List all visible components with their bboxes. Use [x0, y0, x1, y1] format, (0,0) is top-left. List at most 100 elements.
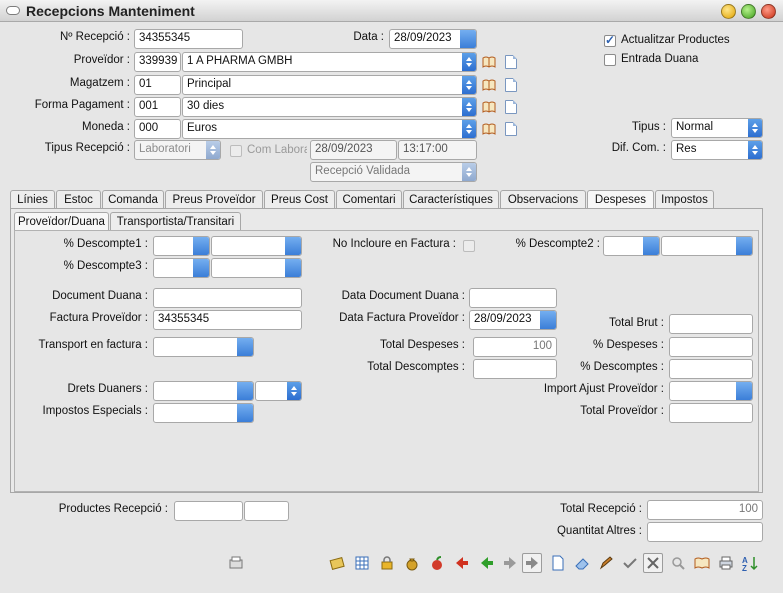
tipus-select[interactable]: Normal [671, 118, 763, 138]
sort-az-icon[interactable]: AZ [740, 553, 760, 573]
descompte3-amount-button[interactable] [285, 259, 301, 277]
data-document-duana-field[interactable] [469, 288, 557, 308]
open-book-icon[interactable] [482, 123, 496, 135]
descompte2-label: % Descompte2 : [515, 238, 600, 250]
actualitzar-label: Actualitzar Productes [621, 34, 730, 46]
magatzem-name: Principal [187, 78, 232, 90]
descompte1-amount-field[interactable] [211, 236, 302, 256]
apple-icon[interactable] [427, 553, 447, 573]
document-icon[interactable] [505, 122, 517, 136]
moneda-select[interactable]: Euros [182, 119, 477, 139]
transport-button[interactable] [237, 338, 253, 356]
moneda-code-field[interactable]: 000 [134, 119, 181, 139]
descompte3-pct-field[interactable] [153, 258, 210, 278]
descompte1-pct-field[interactable] [153, 236, 210, 256]
transport-field[interactable] [153, 337, 254, 357]
document-duana-label: Document Duana : [52, 290, 148, 302]
search-icon[interactable] [668, 553, 688, 573]
descompte2-pct-field[interactable] [603, 236, 660, 256]
forma-pagament-select[interactable]: 30 dies [182, 97, 477, 117]
moneda-label: Moneda : [82, 121, 130, 133]
printer-icon[interactable] [716, 553, 736, 573]
tab-despeses[interactable]: Despeses [587, 190, 654, 210]
chevron-updown-icon [462, 98, 476, 116]
subtab-proveidor-duana[interactable]: Proveïdor/Duana [14, 212, 109, 231]
tab-linies[interactable]: Línies [10, 190, 55, 209]
descompte2-amount-button[interactable] [736, 237, 752, 255]
subtab-transportista[interactable]: Transportista/Transitari [110, 212, 241, 231]
calendar-button[interactable] [540, 311, 556, 329]
arrow-left-green-icon[interactable] [477, 553, 497, 573]
data-factura-proveidor-label: Data Factura Proveïdor : [339, 312, 465, 324]
arrow-left-red-icon[interactable] [452, 553, 472, 573]
minimize-button[interactable] [721, 4, 736, 19]
document-icon[interactable] [505, 55, 517, 69]
money-bag-icon[interactable] [402, 553, 422, 573]
cash-icon[interactable] [327, 553, 347, 573]
dif-com-select[interactable]: Res [671, 140, 763, 160]
total-recepcio-field: 100 [647, 500, 763, 520]
drets-duaners-select[interactable] [255, 381, 302, 401]
import-ajust-button[interactable] [736, 382, 752, 400]
book-icon[interactable] [692, 553, 712, 573]
document-icon[interactable] [505, 100, 517, 114]
tab-preus-cost[interactable]: Preus Cost [264, 190, 335, 209]
check-icon[interactable] [620, 553, 640, 573]
arrow-right-gray-icon[interactable] [500, 553, 520, 573]
data-factura-proveidor-field[interactable]: 28/09/2023 [469, 310, 557, 330]
open-book-icon[interactable] [482, 101, 496, 113]
document-duana-field[interactable] [153, 288, 302, 308]
tab-observacions[interactable]: Observacions [500, 190, 586, 209]
import-ajust-field[interactable] [669, 381, 753, 401]
descompte3-amount-field[interactable] [211, 258, 302, 278]
no-incloure-checkbox[interactable] [463, 240, 475, 252]
window-menu-icon[interactable] [6, 6, 20, 15]
tab-comanda[interactable]: Comanda [102, 190, 164, 209]
descompte3-button[interactable] [193, 259, 209, 277]
forma-pagament-code-field[interactable]: 001 [134, 97, 181, 117]
maximize-button[interactable] [741, 4, 756, 19]
cancel-icon[interactable] [643, 553, 663, 573]
num-recepcio-field[interactable]: 34355345 [134, 29, 243, 49]
tab-preus-proveidor[interactable]: Preus Proveïdor [165, 190, 263, 209]
actualitzar-checkbox[interactable] [604, 33, 616, 47]
title-bar: Recepcions Manteniment [0, 0, 783, 22]
tab-comentari[interactable]: Comentari [336, 190, 402, 209]
entrada-duana-checkbox[interactable] [604, 54, 616, 66]
proveidor-select[interactable]: 1 A PHARMA GMBH [182, 52, 477, 72]
quantitat-altres-label: Quantitat Altres : [556, 525, 642, 537]
impostos-especials-button[interactable] [237, 404, 253, 422]
magatzem-select[interactable]: Principal [182, 75, 477, 95]
open-book-icon[interactable] [482, 79, 496, 91]
descompte1-label: % Descompte1 : [63, 238, 148, 250]
edit-icon[interactable] [596, 553, 616, 573]
new-document-icon[interactable] [548, 553, 568, 573]
calendar-button[interactable] [460, 30, 476, 48]
factura-proveidor-field[interactable]: 34355345 [153, 310, 302, 330]
descompte3-label: % Descompte3 : [63, 260, 148, 272]
tab-estoc[interactable]: Estoc [56, 190, 101, 209]
drets-duaners-label: Drets Duaners : [67, 383, 148, 395]
proveidor-code-field[interactable]: 339939 [134, 52, 181, 72]
lock-icon[interactable] [377, 553, 397, 573]
quantitat-altres-field [647, 522, 763, 542]
descompte1-amount-button[interactable] [285, 237, 301, 255]
impostos-especials-field[interactable] [153, 403, 254, 423]
print-preview-icon[interactable] [226, 553, 246, 573]
descompte2-amount-field[interactable] [661, 236, 753, 256]
eraser-icon[interactable] [572, 553, 592, 573]
close-button[interactable] [761, 4, 776, 19]
drets-duaners-field[interactable] [153, 381, 254, 401]
descompte1-button[interactable] [193, 237, 209, 255]
grid-icon[interactable] [352, 553, 372, 573]
descompte2-button[interactable] [643, 237, 659, 255]
arrow-right-boxed-icon[interactable] [522, 553, 542, 573]
data-field[interactable]: 28/09/2023 [389, 29, 477, 49]
magatzem-code-field[interactable]: 01 [134, 75, 181, 95]
open-book-icon[interactable] [482, 56, 496, 68]
tab-impostos[interactable]: Impostos [655, 190, 714, 209]
com-labora-label: Com Labora [247, 144, 307, 156]
tab-caracteristiques[interactable]: Característiques [403, 190, 499, 209]
document-icon[interactable] [505, 78, 517, 92]
drets-duaners-button[interactable] [237, 382, 253, 400]
